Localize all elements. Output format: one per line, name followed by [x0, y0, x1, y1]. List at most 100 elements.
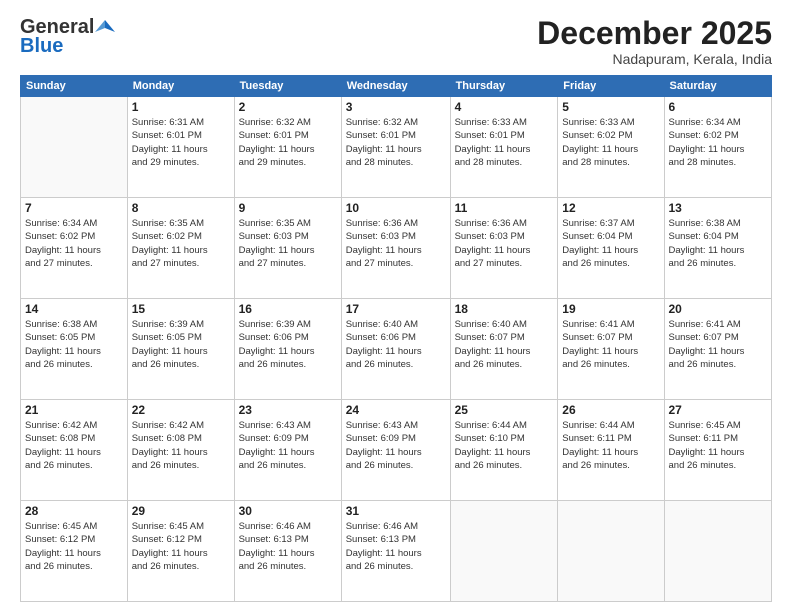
day-info: Sunrise: 6:32 AMSunset: 6:01 PMDaylight:…: [346, 116, 446, 169]
day-number: 1: [132, 100, 230, 114]
day-number: 23: [239, 403, 337, 417]
day-number: 20: [669, 302, 768, 316]
day-number: 13: [669, 201, 768, 215]
day-number: 14: [25, 302, 123, 316]
table-row: [664, 501, 772, 602]
day-number: 24: [346, 403, 446, 417]
day-info: Sunrise: 6:44 AMSunset: 6:10 PMDaylight:…: [455, 419, 554, 472]
table-row: 27 Sunrise: 6:45 AMSunset: 6:11 PMDayligh…: [664, 400, 772, 501]
day-number: 17: [346, 302, 446, 316]
day-number: 4: [455, 100, 554, 114]
table-row: 12 Sunrise: 6:37 AMSunset: 6:04 PMDayligh…: [558, 198, 664, 299]
table-row: 25 Sunrise: 6:44 AMSunset: 6:10 PMDayligh…: [450, 400, 558, 501]
table-row: 24Sunrise: 6:43 AMSunset: 6:09 PMDayligh…: [341, 400, 450, 501]
table-row: 21 Sunrise: 6:42 AMSunset: 6:08 PMDayligh…: [21, 400, 128, 501]
table-row: 4Sunrise: 6:33 AMSunset: 6:01 PMDaylight…: [450, 97, 558, 198]
logo: General Blue: [20, 16, 116, 58]
table-row: 19 Sunrise: 6:41 AMSunset: 6:07 PMDayligh…: [558, 299, 664, 400]
table-row: [21, 97, 128, 198]
day-info: Sunrise: 6:32 AMSunset: 6:01 PMDaylight:…: [239, 116, 337, 169]
day-info: Sunrise: 6:36 AMSunset: 6:03 PMDaylight:…: [346, 217, 446, 270]
table-row: 20 Sunrise: 6:41 AMSunset: 6:07 PMDayligh…: [664, 299, 772, 400]
table-row: 8 Sunrise: 6:35 AMSunset: 6:02 PMDaylight…: [127, 198, 234, 299]
table-row: 10 Sunrise: 6:36 AMSunset: 6:03 PMDayligh…: [341, 198, 450, 299]
table-row: 1 Sunrise: 6:31 AMSunset: 6:01 PMDaylight…: [127, 97, 234, 198]
day-number: 28: [25, 504, 123, 518]
calendar-week-row: 7Sunrise: 6:34 AMSunset: 6:02 PMDaylight…: [21, 198, 772, 299]
table-row: 2Sunrise: 6:32 AMSunset: 6:01 PMDaylight…: [234, 97, 341, 198]
page: General Blue December 2025 Nadapuram, Ke…: [0, 0, 792, 612]
table-row: 28 Sunrise: 6:45 AMSunset: 6:12 PMDayligh…: [21, 501, 128, 602]
day-number: 18: [455, 302, 554, 316]
calendar-table: Sunday Monday Tuesday Wednesday Thursday…: [20, 75, 772, 602]
day-info: Sunrise: 6:41 AMSunset: 6:07 PMDaylight:…: [562, 318, 659, 371]
day-number: 27: [669, 403, 768, 417]
table-row: 22 Sunrise: 6:42 AMSunset: 6:08 PMDayligh…: [127, 400, 234, 501]
day-number: 31: [346, 504, 446, 518]
day-info: Sunrise: 6:42 AMSunset: 6:08 PMDaylight:…: [25, 419, 123, 472]
table-row: 26Sunrise: 6:44 AMSunset: 6:11 PMDayligh…: [558, 400, 664, 501]
day-info: Sunrise: 6:33 AMSunset: 6:02 PMDaylight:…: [562, 116, 659, 169]
table-row: 31Sunrise: 6:46 AMSunset: 6:13 PMDayligh…: [341, 501, 450, 602]
calendar-week-row: 1 Sunrise: 6:31 AMSunset: 6:01 PMDaylight…: [21, 97, 772, 198]
day-info: Sunrise: 6:43 AMSunset: 6:09 PMDaylight:…: [239, 419, 337, 472]
table-row: 18 Sunrise: 6:40 AMSunset: 6:07 PMDayligh…: [450, 299, 558, 400]
day-number: 22: [132, 403, 230, 417]
col-tuesday: Tuesday: [234, 76, 341, 97]
table-row: 5Sunrise: 6:33 AMSunset: 6:02 PMDaylight…: [558, 97, 664, 198]
day-info: Sunrise: 6:35 AMSunset: 6:02 PMDaylight:…: [132, 217, 230, 270]
day-info: Sunrise: 6:45 AMSunset: 6:12 PMDaylight:…: [132, 520, 230, 573]
month-title: December 2025: [537, 16, 772, 51]
day-number: 12: [562, 201, 659, 215]
logo-bird-icon: [95, 18, 115, 38]
day-info: Sunrise: 6:44 AMSunset: 6:11 PMDaylight:…: [562, 419, 659, 472]
day-info: Sunrise: 6:39 AMSunset: 6:06 PMDaylight:…: [239, 318, 337, 371]
table-row: 23 Sunrise: 6:43 AMSunset: 6:09 PMDayligh…: [234, 400, 341, 501]
day-info: Sunrise: 6:40 AMSunset: 6:07 PMDaylight:…: [455, 318, 554, 371]
day-number: 19: [562, 302, 659, 316]
day-number: 8: [132, 201, 230, 215]
day-info: Sunrise: 6:38 AMSunset: 6:04 PMDaylight:…: [669, 217, 768, 270]
day-info: Sunrise: 6:31 AMSunset: 6:01 PMDaylight:…: [132, 116, 230, 169]
table-row: 16Sunrise: 6:39 AMSunset: 6:06 PMDayligh…: [234, 299, 341, 400]
table-row: 6 Sunrise: 6:34 AMSunset: 6:02 PMDaylight…: [664, 97, 772, 198]
table-row: [450, 501, 558, 602]
day-info: Sunrise: 6:36 AMSunset: 6:03 PMDaylight:…: [455, 217, 554, 270]
table-row: 30 Sunrise: 6:46 AMSunset: 6:13 PMDayligh…: [234, 501, 341, 602]
day-number: 7: [25, 201, 123, 215]
day-number: 10: [346, 201, 446, 215]
day-number: 11: [455, 201, 554, 215]
day-info: Sunrise: 6:46 AMSunset: 6:13 PMDaylight:…: [239, 520, 337, 573]
table-row: 11 Sunrise: 6:36 AMSunset: 6:03 PMDayligh…: [450, 198, 558, 299]
day-info: Sunrise: 6:38 AMSunset: 6:05 PMDaylight:…: [25, 318, 123, 371]
col-saturday: Saturday: [664, 76, 772, 97]
day-info: Sunrise: 6:37 AMSunset: 6:04 PMDaylight:…: [562, 217, 659, 270]
day-number: 21: [25, 403, 123, 417]
col-friday: Friday: [558, 76, 664, 97]
day-number: 30: [239, 504, 337, 518]
table-row: 29 Sunrise: 6:45 AMSunset: 6:12 PMDayligh…: [127, 501, 234, 602]
day-info: Sunrise: 6:35 AMSunset: 6:03 PMDaylight:…: [239, 217, 337, 270]
table-row: [558, 501, 664, 602]
logo-blue: Blue: [20, 35, 63, 58]
day-info: Sunrise: 6:45 AMSunset: 6:12 PMDaylight:…: [25, 520, 123, 573]
col-thursday: Thursday: [450, 76, 558, 97]
day-info: Sunrise: 6:34 AMSunset: 6:02 PMDaylight:…: [669, 116, 768, 169]
day-info: Sunrise: 6:45 AMSunset: 6:11 PMDaylight:…: [669, 419, 768, 472]
calendar-week-row: 28 Sunrise: 6:45 AMSunset: 6:12 PMDayligh…: [21, 501, 772, 602]
location: Nadapuram, Kerala, India: [537, 51, 772, 67]
day-number: 9: [239, 201, 337, 215]
table-row: 13 Sunrise: 6:38 AMSunset: 6:04 PMDayligh…: [664, 198, 772, 299]
day-number: 3: [346, 100, 446, 114]
day-number: 29: [132, 504, 230, 518]
col-sunday: Sunday: [21, 76, 128, 97]
day-number: 6: [669, 100, 768, 114]
header: General Blue December 2025 Nadapuram, Ke…: [20, 16, 772, 67]
day-number: 15: [132, 302, 230, 316]
table-row: 3 Sunrise: 6:32 AMSunset: 6:01 PMDaylight…: [341, 97, 450, 198]
day-number: 25: [455, 403, 554, 417]
day-info: Sunrise: 6:39 AMSunset: 6:05 PMDaylight:…: [132, 318, 230, 371]
day-info: Sunrise: 6:42 AMSunset: 6:08 PMDaylight:…: [132, 419, 230, 472]
table-row: 14 Sunrise: 6:38 AMSunset: 6:05 PMDayligh…: [21, 299, 128, 400]
day-info: Sunrise: 6:41 AMSunset: 6:07 PMDaylight:…: [669, 318, 768, 371]
